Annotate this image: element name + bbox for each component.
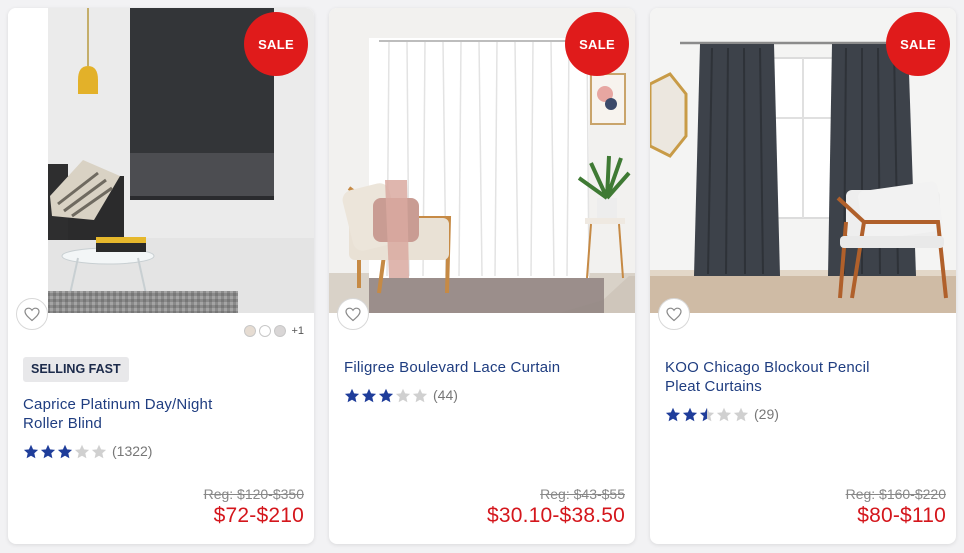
star-icon [733, 407, 749, 421]
color-swatch[interactable] [259, 325, 272, 337]
heart-icon [666, 307, 682, 321]
regular-price: Reg: $120-$350 [203, 486, 304, 502]
product-card[interactable]: SALE +1 SELLING FAST Caprice Platinum Da… [8, 8, 314, 544]
star-icon [682, 407, 698, 421]
review-count[interactable]: (1322) [112, 443, 152, 459]
star-rating [665, 407, 749, 422]
star-icon [716, 407, 732, 421]
product-title-line: Caprice Platinum Day/Night [23, 396, 213, 413]
star-rating [344, 388, 428, 403]
star-icon [412, 388, 428, 402]
star-icon [344, 388, 360, 402]
product-title[interactable]: Filigree Boulevard Lace Curtain [344, 358, 614, 377]
wishlist-button[interactable] [337, 298, 369, 330]
product-rating: (29) [665, 406, 779, 422]
color-swatches: +1 [244, 325, 304, 337]
product-title[interactable]: KOO Chicago Blockout Pencil Pleat Curtai… [665, 358, 935, 396]
color-swatch[interactable] [244, 325, 257, 337]
sale-badge: SALE [886, 12, 950, 76]
color-swatch[interactable] [274, 325, 287, 337]
star-icon [699, 407, 715, 421]
star-icon [74, 444, 90, 458]
sale-price: $80-$110 [857, 504, 946, 527]
product-rating: (1322) [23, 443, 152, 459]
star-icon [665, 407, 681, 421]
star-icon [361, 388, 377, 402]
heart-icon [24, 307, 40, 321]
star-icon [23, 444, 39, 458]
product-card[interactable]: SALE KOO Chicago Blockout Pencil Pleat C… [650, 8, 956, 544]
star-icon [378, 388, 394, 402]
selling-fast-badge: SELLING FAST [23, 357, 129, 382]
product-title-line: Pleat Curtains [665, 378, 763, 395]
wishlist-button[interactable] [16, 298, 48, 330]
star-icon [91, 444, 107, 458]
review-count[interactable]: (44) [433, 387, 458, 403]
regular-price: Reg: $160-$220 [845, 486, 946, 502]
product-title-line: KOO Chicago Blockout Pencil [665, 359, 870, 376]
star-icon [57, 444, 73, 458]
more-swatches-count[interactable]: +1 [291, 325, 304, 337]
star-icon [40, 444, 56, 458]
star-rating [23, 444, 107, 459]
star-icon [395, 388, 411, 402]
product-rating: (44) [344, 387, 458, 403]
sale-price: $72-$210 [213, 504, 304, 527]
product-title-line: Filigree Boulevard Lace Curtain [344, 359, 561, 376]
wishlist-button[interactable] [658, 298, 690, 330]
review-count[interactable]: (29) [754, 406, 779, 422]
product-title-line: Roller Blind [23, 415, 103, 432]
sale-badge: SALE [565, 12, 629, 76]
product-title[interactable]: Caprice Platinum Day/Night Roller Blind [23, 395, 293, 433]
product-card[interactable]: SALE Filigree Boulevard Lace Curtain (44… [329, 8, 635, 544]
sale-badge: SALE [244, 12, 308, 76]
regular-price: Reg: $43-$55 [540, 486, 625, 502]
sale-price: $30.10-$38.50 [486, 504, 625, 527]
heart-icon [345, 307, 361, 321]
